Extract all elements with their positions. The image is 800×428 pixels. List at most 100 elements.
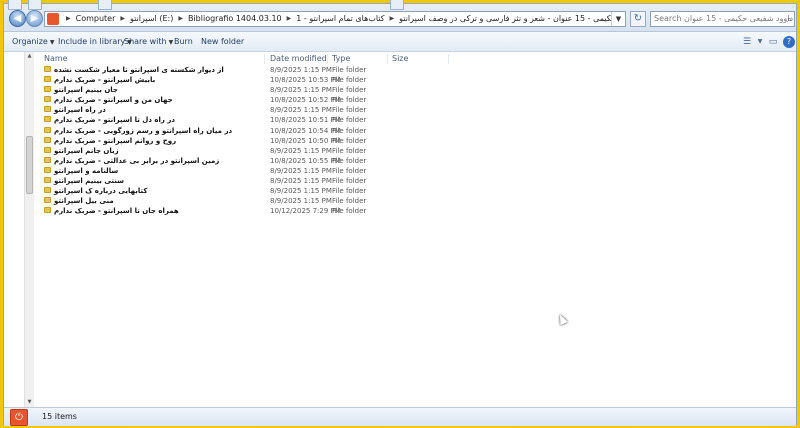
- file-name[interactable]: در میان راه اسپرانتو و رسم زورگویی - ضرب…: [54, 126, 232, 136]
- burn-button[interactable]: Burn: [174, 32, 193, 52]
- file-type: File folder: [332, 187, 367, 196]
- file-type: File folder: [332, 197, 367, 206]
- table-row[interactable]: سالنامه و اسپرانتو 8/9/2025 1:15 PM File f…: [38, 166, 794, 176]
- file-name[interactable]: منی بیل اسپرانتو: [54, 196, 114, 206]
- table-row[interactable]: در راه دل تا اسپرانتو - ضربک ندارم 10/8/2…: [38, 115, 794, 125]
- column-divider[interactable]: [327, 54, 328, 64]
- file-name[interactable]: بابیش اسپرانتو - ضربک ندارم: [54, 75, 155, 85]
- file-name[interactable]: زبان جانم اسپرانتو: [54, 146, 119, 156]
- breadcrumb-drive[interactable]: اسپرانتو (E:): [128, 12, 175, 26]
- table-row[interactable]: زمین اسپرانتو در برابر بی عدالتی - ضربک …: [38, 156, 794, 166]
- table-row[interactable]: بابیش اسپرانتو - ضربک ندارم 10/8/2025 10:…: [38, 75, 794, 85]
- column-size[interactable]: Size: [392, 52, 408, 66]
- file-type: File folder: [332, 126, 367, 135]
- folder-icon: [44, 146, 51, 153]
- breadcrumb-separator-icon[interactable]: ▶: [63, 12, 74, 26]
- chevron-down-icon: ▼: [49, 39, 55, 46]
- forward-button[interactable]: ▶: [26, 10, 43, 27]
- file-name[interactable]: روح و روانم اسپرانتو - ضربک ندارم: [54, 136, 176, 146]
- file-date: 10/8/2025 10:53 PM: [270, 76, 341, 85]
- file-date: 8/9/2025 1:15 PM: [270, 146, 332, 155]
- file-name[interactable]: از دیوار شکسته ی اسپرانتو تا معیار شکست …: [54, 65, 224, 75]
- desktop-file-icon[interactable]: [28, 0, 42, 10]
- new-folder-button[interactable]: New folder: [201, 32, 244, 52]
- column-date-modified[interactable]: Date modified: [270, 52, 327, 66]
- file-date: 8/9/2025 1:15 PM: [270, 106, 332, 115]
- table-row[interactable]: سنتی بینیم اسپرانتو 8/9/2025 1:15 PM File …: [38, 176, 794, 186]
- scroll-down-icon[interactable]: ▼: [25, 398, 34, 407]
- navigation-pane: ▲ ▼: [4, 52, 34, 407]
- address-box[interactable]: ▶ Computer ▶ اسپرانتو (E:) ▶ Bibliografi…: [44, 11, 626, 27]
- desktop-file-icon[interactable]: [8, 0, 22, 10]
- file-name[interactable]: جهان من و اسپرانتو - ضربک ندارم: [54, 95, 173, 105]
- folder-icon: [44, 116, 51, 123]
- file-name[interactable]: جان بینیم اسپرانتو: [54, 85, 118, 95]
- breadcrumb-current[interactable]: کتاب های داوود شفیعی حکیمی - 15 عنوان - …: [397, 12, 625, 26]
- desktop-file-icon[interactable]: [98, 0, 112, 10]
- column-name[interactable]: Name: [44, 52, 68, 66]
- view-options-chevron-icon[interactable]: ▼: [753, 35, 767, 49]
- table-row[interactable]: منی بیل اسپرانتو 8/9/2025 1:15 PM File fol…: [38, 196, 794, 206]
- search-placeholder: Search کتاب های داوود شفیعی حکیمی - 15 ع…: [654, 14, 794, 23]
- table-row[interactable]: از دیوار شکسته ی اسپرانتو تا معیار شکست …: [38, 65, 794, 75]
- column-divider[interactable]: [264, 54, 265, 64]
- command-bar: Organize ▼ Include in library ▼ Share with…: [4, 32, 796, 52]
- search-input[interactable]: Search کتاب های داوود شفیعی حکیمی - 15 ع…: [650, 11, 795, 27]
- breadcrumb-separator-icon[interactable]: ▶: [387, 12, 398, 26]
- column-type[interactable]: Type: [332, 52, 350, 66]
- search-icon[interactable]: ⌕: [787, 13, 792, 26]
- table-row[interactable]: زبان جانم اسپرانتو 8/9/2025 1:15 PM File f…: [38, 146, 794, 156]
- navigation-scrollbar[interactable]: ▲ ▼: [24, 52, 34, 407]
- file-name[interactable]: همراه جان تا اسپرانتو - ضربک ندارم: [54, 206, 179, 216]
- breadcrumb-separator-icon[interactable]: ▶: [175, 12, 186, 26]
- scroll-up-icon[interactable]: ▲: [25, 52, 34, 61]
- refresh-button[interactable]: ↻: [630, 11, 646, 27]
- table-row[interactable]: کتابهایی درباره ک اسپرانتو 8/9/2025 1:15 …: [38, 186, 794, 196]
- share-with-menu[interactable]: Share with ▼: [124, 32, 173, 53]
- file-type: File folder: [332, 66, 367, 74]
- file-name[interactable]: سالنامه و اسپرانتو: [54, 166, 118, 176]
- file-list: Name Date modified Type Size از دیوار شک…: [38, 52, 794, 407]
- organize-label: Organize: [12, 37, 48, 46]
- desktop-file-icon[interactable]: [390, 0, 404, 10]
- breadcrumb-separator-icon[interactable]: ▶: [284, 12, 295, 26]
- file-date: 8/9/2025 1:15 PM: [270, 66, 332, 74]
- breadcrumb-separator-icon[interactable]: ▶: [117, 12, 128, 26]
- preview-pane-icon[interactable]: ▭: [766, 35, 780, 49]
- file-name[interactable]: کتابهایی درباره ک اسپرانتو: [54, 186, 147, 196]
- address-dropdown-icon[interactable]: ▼: [611, 12, 625, 26]
- file-type: File folder: [332, 136, 367, 145]
- scrollbar-thumb[interactable]: [26, 136, 33, 194]
- file-type: File folder: [332, 156, 367, 165]
- table-row[interactable]: در میان راه اسپرانتو و رسم زورگویی - ضرب…: [38, 126, 794, 136]
- table-row[interactable]: روح و روانم اسپرانتو - ضربک ندارم 10/8/20…: [38, 136, 794, 146]
- power-icon[interactable]: ⏻: [10, 409, 28, 426]
- column-divider[interactable]: [387, 54, 388, 64]
- file-name[interactable]: در راه دل تا اسپرانتو - ضربک ندارم: [54, 115, 175, 125]
- table-row[interactable]: جان بینیم اسپرانتو 8/9/2025 1:15 PM File f…: [38, 85, 794, 95]
- folder-location-icon: [47, 13, 59, 25]
- file-type: File folder: [332, 207, 367, 216]
- folder-icon: [44, 156, 51, 163]
- back-button[interactable]: ◀: [9, 10, 26, 27]
- table-row[interactable]: همراه جان تا اسپرانتو - ضربک ندارم 10/12/…: [38, 206, 794, 216]
- table-row[interactable]: جهان من و اسپرانتو - ضربک ندارم 10/8/2025…: [38, 95, 794, 105]
- file-date: 8/9/2025 1:15 PM: [270, 166, 332, 175]
- column-divider[interactable]: [448, 54, 449, 64]
- file-date: 10/8/2025 10:51 PM: [270, 116, 341, 125]
- file-name[interactable]: در راه اسپرانتو: [54, 105, 106, 115]
- file-name[interactable]: سنتی بینیم اسپرانتو: [54, 176, 124, 186]
- organize-menu[interactable]: Organize ▼: [12, 32, 54, 53]
- folder-icon: [44, 96, 51, 103]
- breadcrumb-computer[interactable]: Computer: [74, 12, 118, 26]
- breadcrumb-bibliografio[interactable]: Bibliografio 1404.03.10: [186, 12, 284, 26]
- table-row[interactable]: در راه اسپرانتو 8/9/2025 1:15 PM File fold…: [38, 105, 794, 115]
- explorer-window: ◀ ▶ ▶ Computer ▶ اسپرانتو (E:) ▶ Bibliog…: [3, 3, 797, 426]
- file-name[interactable]: زمین اسپرانتو در برابر بی عدالتی - ضربک …: [54, 156, 219, 166]
- file-date: 8/9/2025 1:15 PM: [270, 187, 332, 196]
- change-view-icon[interactable]: ☰: [740, 35, 754, 49]
- help-icon[interactable]: ?: [783, 36, 795, 48]
- breadcrumb-books[interactable]: کتاب‌های تمام اسپرانتو - 1: [294, 12, 386, 26]
- include-in-library-menu[interactable]: Include in library ▼: [58, 32, 132, 53]
- item-count: 15 items: [42, 412, 77, 421]
